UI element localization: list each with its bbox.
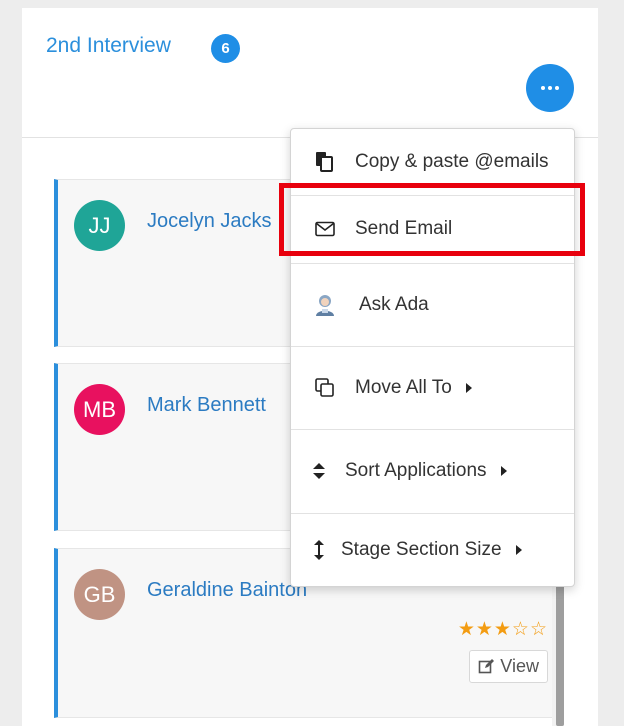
menu-item-label: Ask Ada	[359, 294, 429, 315]
star-rating[interactable]: ★★★☆☆	[458, 618, 548, 641]
view-button[interactable]: View	[469, 650, 548, 683]
scrollbar-thumb[interactable]	[556, 563, 564, 726]
more-options-button[interactable]	[526, 64, 574, 112]
dot-icon	[555, 86, 559, 90]
menu-item-label: Move All To	[355, 377, 452, 398]
vertical-resize-icon	[309, 538, 329, 562]
dot-icon	[548, 86, 552, 90]
ada-assistant-icon	[313, 293, 337, 317]
candidate-name-link[interactable]: Mark Bennett	[147, 394, 266, 417]
menu-item-label: Stage Section Size	[341, 539, 502, 560]
application-count-badge: 6	[211, 34, 240, 63]
caret-right-icon	[515, 545, 522, 555]
edit-icon	[478, 659, 495, 674]
menu-item-label: Send Email	[355, 218, 453, 239]
candidate-name-link[interactable]: Geraldine Bainton	[147, 579, 307, 602]
stage-title[interactable]: 2nd Interview	[46, 34, 171, 58]
menu-item-label: Sort Applications	[345, 460, 487, 481]
candidate-name-link[interactable]: Jocelyn Jacks	[147, 210, 272, 233]
caret-right-icon	[500, 466, 507, 476]
avatar: GB	[74, 569, 125, 620]
dot-icon	[541, 86, 545, 90]
menu-item-ask-ada[interactable]: Ask Ada	[291, 264, 574, 346]
menu-item-copy-emails[interactable]: Copy & paste @emails	[291, 129, 574, 195]
menu-item-sort-applications[interactable]: Sort Applications	[291, 430, 574, 512]
sort-icon	[309, 459, 329, 483]
copy-icon	[313, 376, 337, 400]
view-label: View	[500, 656, 539, 676]
avatar: JJ	[74, 200, 125, 251]
menu-item-send-email[interactable]: Send Email	[291, 196, 574, 262]
envelope-icon	[313, 217, 337, 241]
avatar: MB	[74, 384, 125, 435]
menu-item-label: Copy & paste @emails	[355, 151, 549, 172]
stage-options-menu: Copy & paste @emails Send Email Ask Ada	[290, 128, 575, 587]
clipboard-icon	[313, 150, 337, 174]
stage-header: 2nd Interview 6	[22, 8, 598, 138]
caret-right-icon	[465, 383, 472, 393]
menu-item-stage-section-size[interactable]: Stage Section Size	[291, 514, 574, 586]
menu-item-move-all-to[interactable]: Move All To	[291, 347, 574, 429]
